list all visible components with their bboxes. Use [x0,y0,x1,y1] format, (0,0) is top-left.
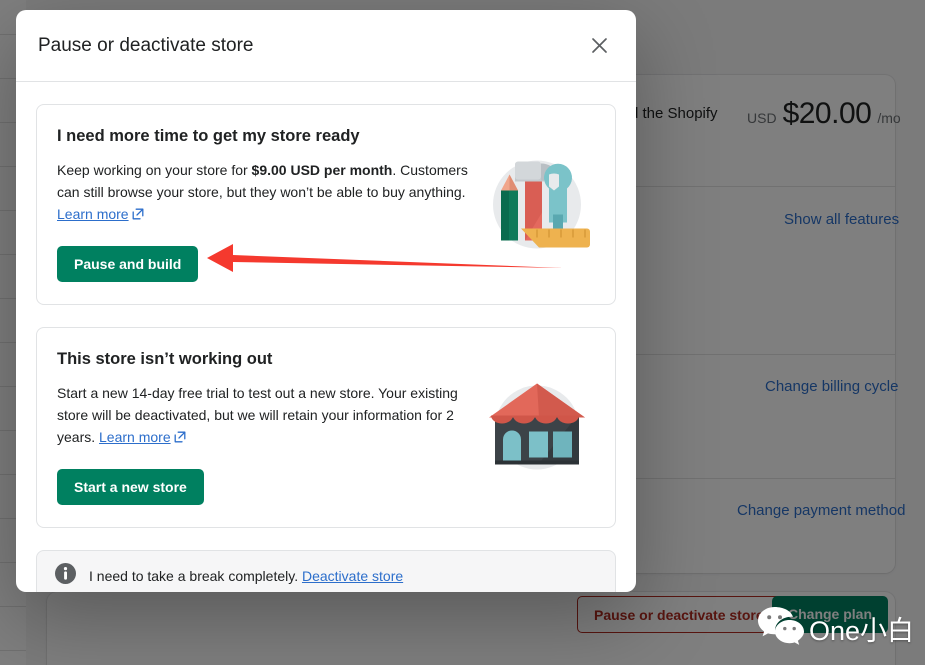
storefront-illustration [481,375,593,480]
option-heading: This store isn’t working out [57,350,273,368]
page-title: Pause or deactivate store [38,34,254,56]
learn-more-link[interactable]: Learn more [57,206,129,222]
modal-body: I need more time to get my store ready K… [16,82,636,592]
info-banner-message: I need to take a break completely. [89,568,299,584]
deactivate-info-banner: I need to take a break completely. Deact… [36,550,616,592]
tools-illustration [481,152,593,257]
modal-header: Pause or deactivate store [16,10,636,82]
option-description-part1: Keep working on your store for [57,162,252,178]
pause-or-deactivate-store-modal: Pause or deactivate store I need more ti… [16,10,636,592]
option-card-start-new-store: This store isn’t working out Start a new… [36,327,616,528]
option-heading: I need more time to get my store ready [57,127,360,145]
start-a-new-store-button[interactable]: Start a new store [57,469,204,505]
option-description-bold: $9.00 USD per month [251,162,393,178]
deactivate-store-link[interactable]: Deactivate store [302,568,403,584]
external-link-icon [174,427,186,449]
option-description: Keep working on your store for $9.00 USD… [57,159,472,226]
learn-more-link[interactable]: Learn more [99,429,171,445]
close-icon[interactable] [584,31,614,61]
external-link-icon [132,204,144,226]
info-icon [55,563,76,589]
option-description: Start a new 14-day free trial to test ou… [57,382,472,449]
pause-and-build-button[interactable]: Pause and build [57,246,199,282]
option-card-pause-and-build: I need more time to get my store ready K… [36,104,616,305]
info-banner-text: I need to take a break completely. Deact… [89,568,403,584]
